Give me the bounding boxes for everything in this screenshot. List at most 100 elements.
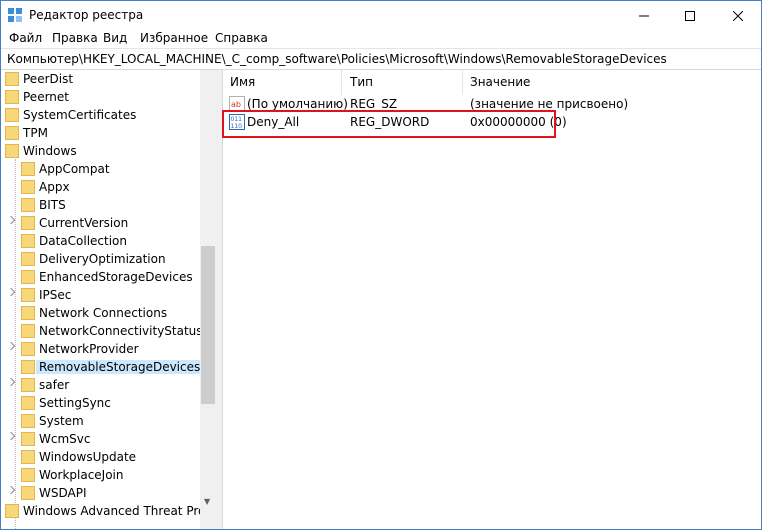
pane-splitter[interactable] [216, 70, 223, 529]
folder-icon [21, 252, 35, 266]
tree-item-label: TPM [23, 126, 48, 140]
tree-item-label: safer [39, 378, 70, 392]
tree-item[interactable]: PeerDist [1, 70, 201, 88]
scroll-down-icon[interactable]: ▼ [204, 497, 210, 506]
folder-icon [21, 234, 35, 248]
tree-item-label: WcmSvc [39, 432, 91, 446]
folder-icon [21, 324, 35, 338]
folder-icon [21, 198, 35, 212]
tree-item-label: Peernet [23, 90, 69, 104]
tree-item-label: DeliveryOptimization [39, 252, 166, 266]
tree-item[interactable]: NetworkConnectivityStatusInd [1, 322, 216, 340]
tree-item[interactable]: EnhancedStorageDevices [1, 268, 201, 286]
column-divider[interactable] [341, 70, 342, 95]
tree-item[interactable]: Network Connections [1, 304, 201, 322]
maximize-icon [685, 10, 695, 21]
scrollbar-thumb[interactable] [201, 246, 215, 404]
tree-item[interactable]: Peernet [1, 88, 201, 106]
close-button[interactable] [715, 1, 761, 30]
column-name-header[interactable]: Имя [230, 75, 255, 89]
tree-item[interactable]: WorkplaceJoin [1, 466, 201, 484]
column-divider[interactable] [462, 70, 463, 95]
tree-item-label: Windows [23, 144, 77, 158]
tree-item-label: SettingSync [39, 396, 111, 410]
tree-item-label: WindowsUpdate [39, 450, 137, 464]
value-data: (значение не присвоено) [470, 97, 629, 111]
expand-chevron-icon[interactable] [6, 377, 16, 387]
tree-item[interactable]: Appx [1, 178, 201, 196]
tree-item[interactable]: SettingSync [1, 394, 201, 412]
tree-item[interactable]: IPSec [1, 286, 201, 304]
folder-icon [21, 378, 35, 392]
address-path[interactable]: Компьютер\HKEY_LOCAL_MACHINE\_C_comp_sof… [7, 52, 667, 66]
tree-item-label: CurrentVersion [39, 216, 129, 230]
tree-item-label: AppCompat [39, 162, 110, 176]
tree-item[interactable]: AppCompat [1, 160, 201, 178]
menu-edit[interactable]: Правка [52, 31, 98, 45]
menu-favorites[interactable]: Избранное [140, 31, 208, 45]
address-bar[interactable]: Компьютер\HKEY_LOCAL_MACHINE\_C_comp_sof… [1, 48, 761, 70]
tree-item-label: SystemCertificates [23, 108, 137, 122]
tree-item[interactable]: TPM [1, 124, 201, 142]
tree-item[interactable]: safer [1, 376, 201, 394]
folder-icon [21, 180, 35, 194]
title-bar[interactable]: Редактор реестра [1, 1, 761, 30]
column-value-header[interactable]: Значение [470, 75, 530, 89]
folder-icon [5, 108, 19, 122]
tree-item[interactable]: RemovableStorageDevices [1, 358, 204, 376]
key-tree[interactable]: PeerDist Peernet SystemCertificates TPM Wind… [1, 70, 216, 529]
tree-item[interactable]: DataCollection [1, 232, 201, 250]
folder-icon [21, 270, 35, 284]
close-icon [733, 10, 743, 21]
tree-item[interactable]: SystemCertificates [1, 106, 201, 124]
tree-item[interactable]: Windows [1, 142, 201, 160]
menu-bar: Файл Правка Вид Избранное Справка [1, 30, 761, 48]
tree-item[interactable]: WindowsUpdate [1, 448, 201, 466]
tree-item[interactable]: NetworkProvider [1, 340, 201, 358]
folder-icon [21, 396, 35, 410]
menu-help[interactable]: Справка [215, 31, 268, 45]
expand-chevron-icon[interactable] [6, 215, 16, 225]
tree-item[interactable]: System [1, 412, 201, 430]
expand-chevron-icon[interactable] [6, 485, 16, 495]
folder-icon [5, 126, 19, 140]
folder-icon [21, 216, 35, 230]
tree-item-label: WSDAPI [39, 486, 87, 500]
menu-file[interactable]: Файл [9, 31, 42, 45]
tree-scrollbar[interactable]: ▼ [200, 70, 216, 529]
tree-item-label: EnhancedStorageDevices [39, 270, 193, 284]
tree-item-label: Appx [39, 180, 70, 194]
values-list: Имя Тип Значение ab (По умолчанию) REG_S… [223, 70, 761, 529]
folder-icon [21, 162, 35, 176]
minimize-button[interactable] [621, 1, 667, 30]
registry-app-icon [8, 8, 22, 22]
folder-icon [21, 360, 35, 374]
value-name: (По умолчанию) [247, 97, 348, 111]
tree-item-label: DataCollection [39, 234, 128, 248]
expand-chevron-icon[interactable] [6, 287, 16, 297]
value-type: REG_SZ [350, 97, 398, 111]
folder-icon [5, 72, 19, 86]
tree-item-label: Network Connections [39, 306, 168, 320]
tree-item-label: BITS [39, 198, 66, 212]
maximize-button[interactable] [667, 1, 713, 30]
tree-item[interactable]: WSDAPI [1, 484, 201, 502]
menu-view[interactable]: Вид [103, 31, 127, 45]
tree-item[interactable]: CurrentVersion [1, 214, 201, 232]
folder-icon [5, 504, 19, 518]
tree-item-label: IPSec [39, 288, 72, 302]
tree-item[interactable]: DeliveryOptimization [1, 250, 201, 268]
window-title: Редактор реестра [29, 8, 144, 22]
tree-item[interactable]: WcmSvc [1, 430, 201, 448]
tree-item[interactable]: Windows Advanced Threat Protec [1, 502, 216, 520]
folder-icon [21, 450, 35, 464]
tree-item[interactable]: BITS [1, 196, 201, 214]
expand-chevron-icon[interactable] [6, 341, 16, 351]
folder-icon [21, 486, 35, 500]
folder-icon [21, 432, 35, 446]
column-type-header[interactable]: Тип [350, 75, 373, 89]
svg-text:ab: ab [231, 100, 241, 109]
expand-chevron-icon[interactable] [6, 431, 16, 441]
tree-item-label: System [39, 414, 84, 428]
minimize-icon [639, 15, 649, 16]
